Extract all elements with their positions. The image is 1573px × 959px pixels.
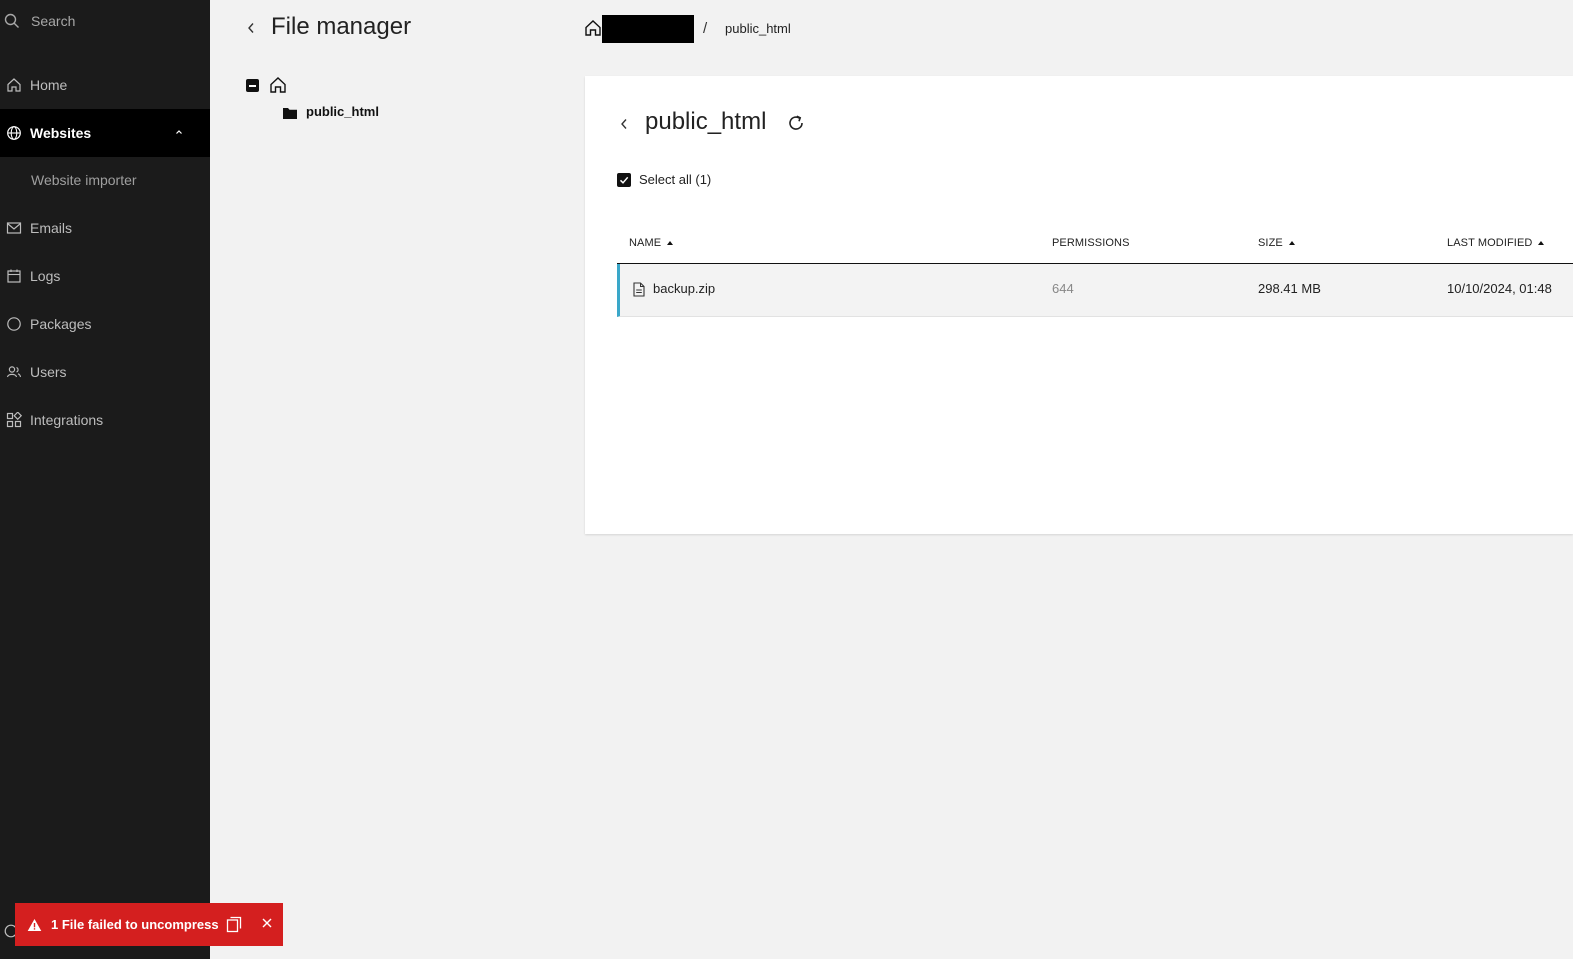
folder-icon bbox=[283, 108, 297, 119]
select-all-label: Select all (1) bbox=[639, 172, 712, 187]
sort-asc-icon bbox=[667, 241, 674, 245]
file-name[interactable]: backup.zip bbox=[653, 281, 715, 296]
column-header-name-label: NAME bbox=[629, 237, 662, 249]
sidebar-item-label: Home bbox=[30, 77, 68, 93]
column-header-last-modified[interactable]: LAST MODIFIED bbox=[1447, 237, 1545, 249]
folder-title: public_html bbox=[645, 108, 767, 135]
column-header-permissions[interactable]: PERMISSIONS bbox=[1052, 237, 1130, 249]
copy-icon[interactable] bbox=[226, 916, 242, 933]
globe-icon bbox=[7, 126, 21, 140]
file-icon bbox=[633, 282, 645, 297]
sidebar-item-label: Logs bbox=[30, 268, 61, 284]
error-toast: 1 File failed to uncompress bbox=[15, 903, 283, 946]
chevron-left-icon bbox=[621, 119, 627, 129]
sidebar-item-label: Emails bbox=[30, 220, 73, 236]
file-last-modified: 10/10/2024, 01:48 bbox=[1447, 281, 1552, 296]
chevron-up-icon[interactable] bbox=[174, 127, 184, 137]
sort-asc-icon bbox=[1288, 241, 1295, 245]
tree-collapse-toggle[interactable] bbox=[246, 79, 259, 92]
table-row[interactable]: backup.zip 644 298.41 MB 10/10/2024, 01:… bbox=[617, 264, 1573, 317]
toast-message: 1 File failed to uncompress bbox=[51, 917, 219, 932]
sidebar: Search Home Websites Website importer Em… bbox=[0, 0, 210, 959]
sidebar-item-label: Websites bbox=[30, 125, 92, 141]
refresh-icon[interactable] bbox=[785, 112, 807, 134]
sidebar-search[interactable]: Search bbox=[0, 8, 75, 34]
sidebar-subitem-website-importer[interactable]: Website importer bbox=[31, 172, 137, 188]
sidebar-item-label: Packages bbox=[30, 316, 92, 332]
sort-asc-icon bbox=[1538, 241, 1545, 245]
breadcrumb-current: public_html bbox=[725, 21, 791, 36]
breadcrumb-home-icon[interactable] bbox=[584, 19, 602, 37]
warning-icon bbox=[27, 918, 42, 931]
file-size: 298.41 MB bbox=[1258, 281, 1321, 296]
sidebar-item-packages[interactable]: Packages bbox=[0, 300, 210, 348]
breadcrumb-redacted-segment[interactable] bbox=[602, 15, 694, 43]
breadcrumb-separator: / bbox=[703, 20, 708, 37]
circle-icon bbox=[7, 317, 21, 331]
tree-item-public-html[interactable]: public_html bbox=[306, 104, 379, 119]
folder-back-button[interactable] bbox=[616, 114, 632, 134]
column-header-permissions-label: PERMISSIONS bbox=[1052, 237, 1130, 249]
column-header-last-modified-label: LAST MODIFIED bbox=[1447, 237, 1533, 249]
sidebar-item-integrations[interactable]: Integrations bbox=[0, 396, 210, 444]
tree-home-icon[interactable] bbox=[269, 76, 287, 94]
checkbox-checked-icon bbox=[617, 172, 631, 187]
back-button[interactable] bbox=[242, 18, 260, 38]
sidebar-item-websites[interactable]: Websites bbox=[0, 109, 210, 157]
search-label: Search bbox=[31, 13, 76, 29]
sidebar-item-users[interactable]: Users bbox=[0, 348, 210, 396]
chevron-left-icon bbox=[248, 23, 254, 33]
sidebar-item-home[interactable]: Home bbox=[0, 61, 210, 109]
sidebar-item-label: Users bbox=[30, 364, 67, 380]
column-header-size[interactable]: SIZE bbox=[1258, 237, 1295, 249]
file-permissions: 644 bbox=[1052, 281, 1074, 296]
close-icon[interactable] bbox=[261, 917, 273, 929]
users-icon bbox=[6, 366, 22, 378]
search-icon bbox=[4, 13, 19, 28]
column-header-size-label: SIZE bbox=[1258, 237, 1283, 249]
page-title: File manager bbox=[271, 13, 412, 40]
mail-icon bbox=[6, 222, 22, 234]
home-icon bbox=[7, 78, 21, 92]
calendar-icon bbox=[7, 269, 21, 283]
sidebar-item-logs[interactable]: Logs bbox=[0, 252, 210, 300]
file-list-panel: public_html Select all (1) NAME PERMISSI… bbox=[585, 76, 1573, 534]
integrations-icon bbox=[6, 412, 22, 428]
select-all-checkbox[interactable]: Select all (1) bbox=[617, 172, 711, 187]
column-header-name[interactable]: NAME bbox=[629, 237, 674, 249]
sidebar-item-emails[interactable]: Emails bbox=[0, 204, 210, 252]
sidebar-item-label: Integrations bbox=[30, 412, 104, 428]
